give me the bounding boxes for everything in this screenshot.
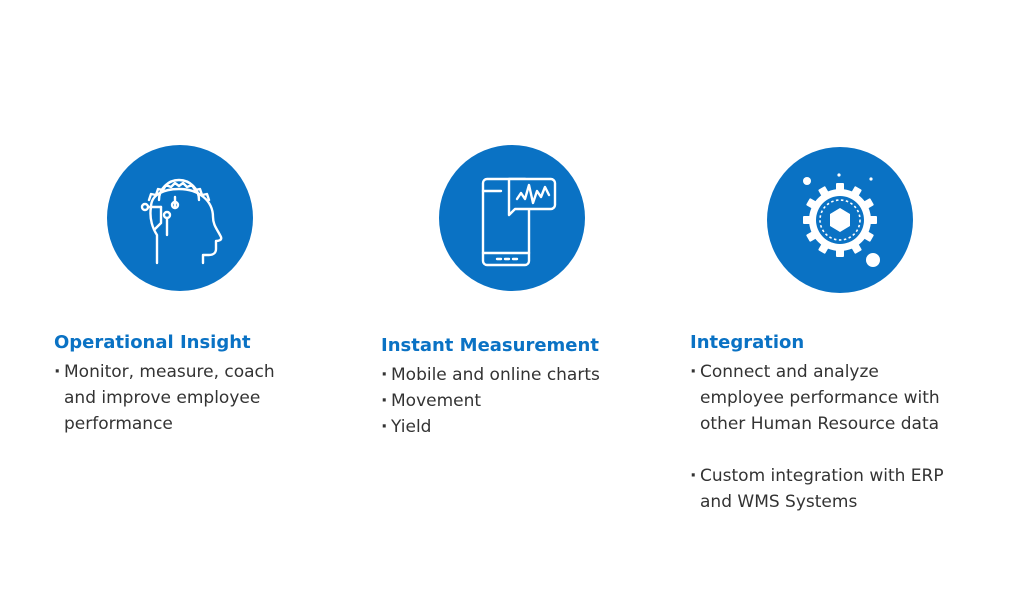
mobile-chart-icon [439,145,585,291]
feature-title: Operational Insight [54,332,251,353]
feature-title: Instant Measurement [381,335,599,356]
feature-bullet: Yield [381,414,711,440]
feature-title: Integration [690,332,805,353]
feature-instant-measurement: Instant Measurement Mobile and online ch… [381,334,711,440]
feature-bullet: Monitor, measure, coach and improve empl… [54,359,384,437]
feature-operational-insight: Operational Insight Monitor, measure, co… [54,331,384,437]
feature-bullet: Mobile and online charts [381,362,711,388]
feature-integration: Integration Connect and analyze employee… [690,331,1020,515]
feature-bullet: Connect and analyze employee performance… [690,359,1020,437]
feature-bullet-list: Connect and analyze employee performance… [690,359,1020,515]
feature-bullet: Movement [381,388,711,414]
feature-bullet-list: Mobile and online charts Movement Yield [381,362,711,440]
integration-gear-icon [767,147,913,293]
feature-bullet-list: Monitor, measure, coach and improve empl… [54,359,384,437]
feature-bullet: Custom integration with ERP and WMS Syst… [690,463,1020,515]
ai-head-gear-icon [107,145,253,291]
